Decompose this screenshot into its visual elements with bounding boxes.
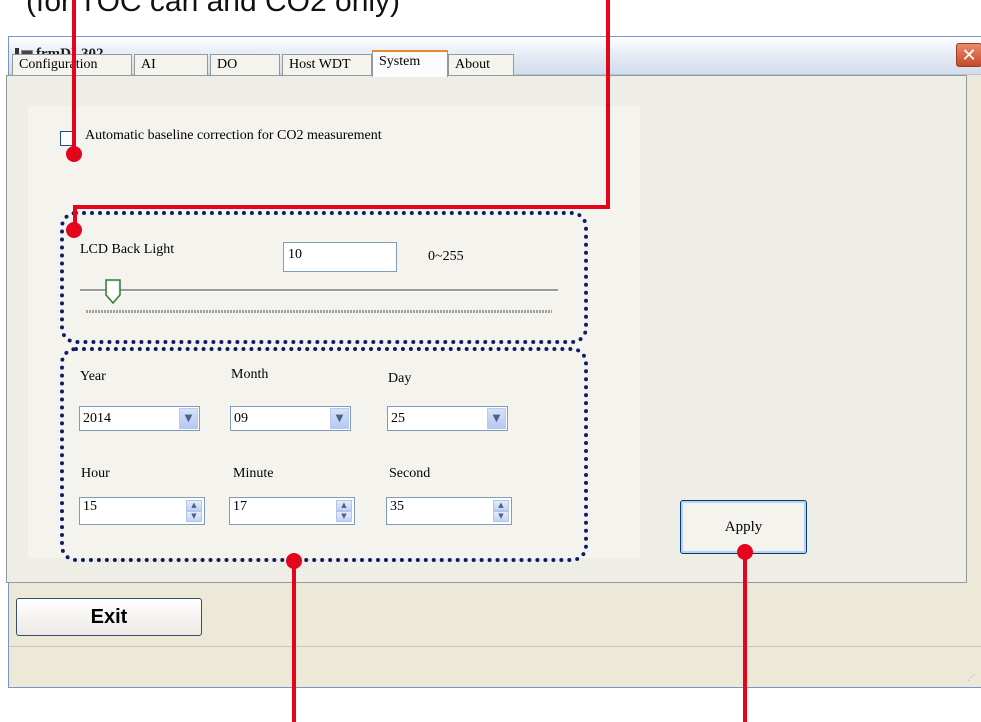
spin-up-icon[interactable]: ▲ bbox=[336, 500, 352, 511]
second-label: Second bbox=[389, 466, 431, 481]
datetime-group-outline bbox=[60, 347, 588, 562]
tab-host-wdt[interactable]: Host WDT bbox=[282, 54, 372, 76]
callout-line-backlight-horizontal bbox=[73, 205, 610, 209]
day-select[interactable]: 25 ▼ bbox=[387, 406, 508, 431]
backlight-slider-track[interactable] bbox=[80, 289, 558, 292]
minute-label: Minute bbox=[233, 466, 274, 481]
close-button[interactable]: ✕ bbox=[956, 43, 981, 67]
status-bar: ⋰ bbox=[9, 646, 981, 687]
chevron-down-icon[interactable]: ▼ bbox=[179, 408, 198, 429]
backlight-slider-ticks bbox=[86, 310, 552, 313]
hour-label: Hour bbox=[81, 466, 110, 481]
tab-do[interactable]: DO bbox=[210, 54, 280, 76]
minute-spinner[interactable]: 17 ▲ ▼ bbox=[229, 497, 355, 525]
month-label: Month bbox=[231, 367, 269, 382]
backlight-input[interactable]: 10 bbox=[283, 242, 397, 272]
year-select[interactable]: 2014 ▼ bbox=[79, 406, 200, 431]
spin-up-icon[interactable]: ▲ bbox=[186, 500, 202, 511]
second-spinner[interactable]: 35 ▲ ▼ bbox=[386, 497, 512, 525]
callout-line-apply bbox=[743, 552, 747, 722]
callout-dot-checkbox bbox=[66, 146, 82, 162]
spin-down-icon[interactable]: ▼ bbox=[493, 511, 509, 522]
backlight-slider-thumb[interactable] bbox=[104, 279, 121, 304]
spin-down-icon[interactable]: ▼ bbox=[336, 511, 352, 522]
tab-about[interactable]: About bbox=[448, 54, 514, 76]
backlight-range-label: 0~255 bbox=[428, 249, 464, 264]
spin-down-icon[interactable]: ▼ bbox=[186, 511, 202, 522]
callout-line-checkbox bbox=[72, 0, 76, 152]
backlight-group-outline bbox=[60, 211, 588, 344]
second-value: 35 bbox=[390, 499, 404, 514]
callout-line-backlight-vertical bbox=[606, 0, 610, 209]
exit-button[interactable]: Exit bbox=[16, 598, 202, 636]
backlight-label: LCD Back Light bbox=[80, 242, 175, 257]
year-label: Year bbox=[80, 369, 106, 384]
tab-ai[interactable]: AI bbox=[134, 54, 208, 76]
tab-system[interactable]: System bbox=[372, 50, 448, 77]
spin-up-icon[interactable]: ▲ bbox=[493, 500, 509, 511]
chevron-down-icon[interactable]: ▼ bbox=[487, 408, 506, 429]
hour-value: 15 bbox=[83, 499, 97, 514]
hour-spinner[interactable]: 15 ▲ ▼ bbox=[79, 497, 205, 525]
baseline-correction-label: Automatic baseline correction for CO2 me… bbox=[85, 128, 382, 143]
chevron-down-icon[interactable]: ▼ bbox=[330, 408, 349, 429]
month-select[interactable]: 09 ▼ bbox=[230, 406, 351, 431]
top-annotation-text: (for TOC can and CO2 only) bbox=[26, 0, 401, 18]
callout-line-datetime bbox=[292, 561, 296, 722]
callout-dot-backlight bbox=[66, 222, 82, 238]
month-value: 09 bbox=[234, 411, 248, 426]
day-value: 25 bbox=[391, 411, 405, 426]
resize-grip-icon[interactable]: ⋰ bbox=[967, 673, 977, 683]
day-label: Day bbox=[388, 371, 412, 386]
minute-value: 17 bbox=[233, 499, 247, 514]
year-value: 2014 bbox=[83, 411, 111, 426]
